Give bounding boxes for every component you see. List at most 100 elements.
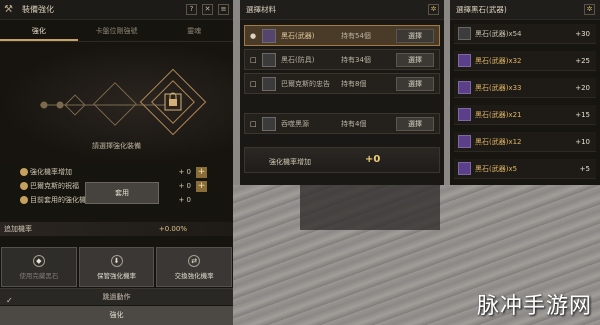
material-name: 巴爾克斯的忠告	[281, 79, 330, 88]
material-panel-title: 選擇材料	[246, 5, 276, 14]
material-panel: 選擇材料 ✲ ● 黑石(武器) 持有54個 選擇 □ 黑石(防具) 持有34個 …	[240, 0, 444, 185]
use-blackstone-button[interactable]: ◆ 使用完藏黑石	[1, 247, 77, 287]
gear-icon[interactable]: ✲	[428, 4, 439, 15]
stat-value: + 0	[178, 182, 191, 190]
stone-value: +5	[579, 164, 590, 173]
material-count: 持有34個	[341, 55, 371, 64]
store-rate-button[interactable]: ⬇ 保管強化機率	[78, 247, 155, 287]
stone-value: +30	[575, 29, 590, 38]
blackstone-panel-title: 選擇黑石(武器)	[456, 5, 507, 14]
material-count: 持有8個	[341, 79, 367, 88]
enhance-panel: ⚒ 裝備強化 ? ✕ ≡ 強化 卡盤位剛強號 靈魂 請選擇強化裝備 強化機率增加…	[0, 0, 233, 325]
menu-icon[interactable]: ≡	[218, 4, 229, 15]
blackstone-icon	[458, 54, 471, 67]
enhance-button[interactable]: 強化	[0, 306, 233, 325]
stone-row[interactable]: 黑石(武器)x12 +10	[454, 132, 596, 152]
stone-name: 黑石(武器)x21	[475, 110, 522, 119]
blackstone-icon	[458, 81, 471, 94]
material-row[interactable]: □ 黑石(防具) 持有34個 選擇	[244, 49, 440, 70]
node-diamond-2	[93, 82, 137, 126]
material-name: 黑石(防具)	[281, 55, 315, 64]
tab-enhance[interactable]: 強化	[0, 20, 78, 41]
stone-row[interactable]: 黑石(武器)x5 +5	[454, 159, 596, 179]
gear-icon[interactable]: ✲	[584, 4, 595, 15]
material-name: 吞噬黑源	[281, 119, 309, 128]
watermark-text: 脉冲手游网	[476, 294, 592, 319]
blackstone-icon	[458, 135, 471, 148]
checkbox-icon[interactable]: □	[250, 120, 258, 128]
skip-label: 跳過動作	[102, 293, 131, 301]
stone-name: 黑石(武器)x12	[475, 137, 522, 146]
material-row[interactable]: □ 巴爾克斯的忠告 持有8個 選擇	[244, 73, 440, 94]
stone-value: +10	[575, 137, 590, 146]
button-label: 交換強化機率	[174, 271, 214, 280]
enhance-panel-header: ⚒ 裝備強化 ? ✕ ≡	[0, 0, 233, 20]
select-button[interactable]: 選擇	[396, 77, 434, 91]
blackstone-weapon-icon	[262, 28, 276, 43]
blessing-icon	[20, 182, 28, 190]
checkbox-icon[interactable]: □	[250, 56, 258, 64]
stat-label: 強化機率增加	[30, 168, 72, 176]
background-shadow	[300, 185, 440, 230]
add-button[interactable]: +	[196, 167, 207, 178]
add-button[interactable]: +	[196, 181, 207, 192]
stone-name: 黑石(武器)x54	[475, 29, 522, 38]
select-button[interactable]: 選擇	[396, 29, 434, 43]
rate-increase-box: 強化機率增加 +0	[244, 147, 440, 173]
stone-value: +25	[575, 56, 590, 65]
swap-rate-button[interactable]: ⇄ 交換強化機率	[156, 247, 233, 287]
radio-icon[interactable]: ●	[250, 32, 258, 40]
stat-value: + 0	[178, 168, 191, 176]
material-name: 黑石(武器)	[281, 31, 315, 40]
stat-value: + 0	[178, 196, 191, 204]
stone-row[interactable]: 黑石(武器)x21 +15	[454, 105, 596, 125]
applied-rate-icon	[20, 196, 28, 204]
skip-animation-toggle[interactable]: ✓ 跳過動作	[0, 288, 233, 305]
material-panel-header: 選擇材料 ✲	[240, 0, 444, 20]
additional-rate-row: 追加機率 +0.00%	[0, 222, 233, 236]
select-equipment-hint: 請選擇強化裝備	[92, 142, 141, 150]
blackstone-armor-icon	[262, 52, 276, 67]
stone-value: +15	[575, 110, 590, 119]
help-icon[interactable]: ?	[186, 4, 197, 15]
blackstone-icon	[458, 108, 471, 121]
stone-row[interactable]: 黑石(武器)x32 +25	[454, 51, 596, 71]
blackstone-panel: 選擇黑石(武器) ✲ 黑石(武器)x54 +30 黑石(武器)x32 +25 黑…	[450, 0, 600, 185]
material-row[interactable]: □ 吞噬黑源 持有4個 選擇	[244, 113, 440, 134]
blackstone-panel-header: 選擇黑石(武器) ✲	[450, 0, 600, 20]
node-small-2	[56, 101, 64, 109]
blackstone-icon	[458, 27, 471, 40]
devour-icon	[262, 116, 276, 131]
additional-rate-value: +0.00%	[158, 225, 187, 233]
tab-card[interactable]: 卡盤位剛強號	[78, 20, 156, 41]
store-icon: ⬇	[110, 254, 123, 267]
close-icon[interactable]: ✕	[202, 4, 213, 15]
select-button[interactable]: 選擇	[396, 53, 434, 67]
tab-soul[interactable]: 靈魂	[155, 20, 233, 41]
stone-row[interactable]: 黑石(武器)x54 +30	[454, 24, 596, 44]
additional-rate-label: 追加機率	[4, 225, 32, 233]
button-label: 使用完藏黑石	[19, 271, 59, 280]
material-count: 持有54個	[341, 31, 371, 40]
stat-label: 巴爾克斯的祝福	[30, 182, 79, 190]
stone-row[interactable]: 黑石(武器)x33 +20	[454, 78, 596, 98]
stone-name: 黑石(武器)x5	[475, 164, 518, 173]
select-button[interactable]: 選擇	[396, 117, 434, 131]
checkbox-icon[interactable]: □	[250, 80, 258, 88]
stone-name: 黑石(武器)x32	[475, 56, 522, 65]
action-buttons: ◆ 使用完藏黑石 ⬇ 保管強化機率 ⇄ 交換強化機率	[0, 247, 233, 287]
rate-increase-value: +0	[365, 154, 381, 165]
blackstone-icon: ◆	[32, 254, 45, 267]
node-small-1	[40, 101, 48, 109]
stone-value: +20	[575, 83, 590, 92]
swap-icon: ⇄	[188, 254, 201, 267]
apply-button[interactable]: 套用	[85, 182, 159, 204]
material-row[interactable]: ● 黑石(武器) 持有54個 選擇	[244, 25, 440, 46]
panel-title: 裝備強化	[22, 5, 54, 14]
stat-row: 強化機率增加 + 0 +	[0, 165, 233, 179]
rate-icon	[20, 168, 28, 176]
blackstone-icon	[458, 162, 471, 175]
material-count: 持有4個	[341, 119, 367, 128]
enhance-tabs: 強化 卡盤位剛強號 靈魂	[0, 20, 233, 42]
rate-increase-label: 強化機率增加	[269, 158, 311, 166]
